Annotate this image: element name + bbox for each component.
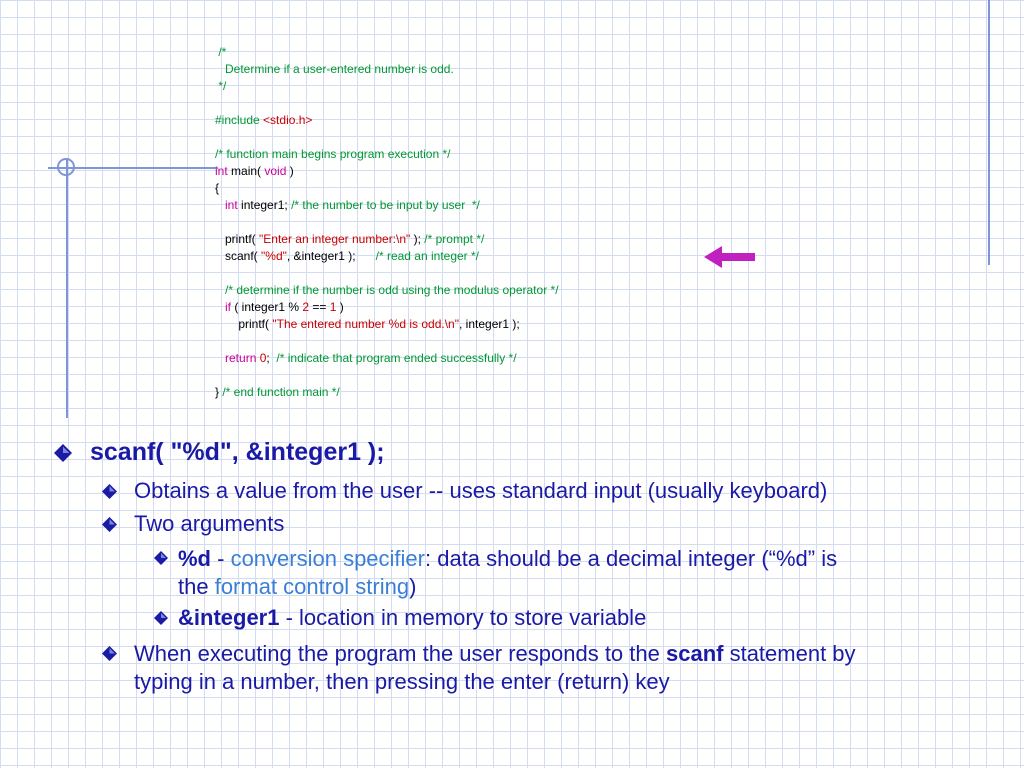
- diamond-bullet-icon: [154, 611, 168, 625]
- scanf-heading: scanf( "%d", &integer1 );: [90, 438, 385, 466]
- code-line: int integer1; /* the number to be input …: [215, 197, 559, 214]
- code-line: } /* end function main */: [215, 384, 559, 401]
- pct-d-rest2-post: ): [409, 574, 417, 599]
- code-token: /* determine if the number is odd using …: [215, 283, 559, 297]
- code-token: , integer1 );: [459, 317, 520, 331]
- code-token: */: [215, 79, 227, 93]
- code-token: int: [215, 164, 228, 178]
- code-line: */: [215, 78, 559, 95]
- code-token: "%d": [261, 249, 287, 263]
- code-line: int main( void ): [215, 163, 559, 180]
- code-line: /* function main begins program executio…: [215, 146, 559, 163]
- code-line: #include <stdio.h>: [215, 112, 559, 129]
- code-line: {: [215, 180, 559, 197]
- diamond-bullet-icon: [102, 484, 117, 499]
- left-vertical-rule: [66, 158, 68, 418]
- integer1-desc: - location in memory to store variable: [279, 605, 647, 630]
- code-token: /*: [215, 45, 227, 59]
- code-line: return 0; /* indicate that program ended…: [215, 350, 559, 367]
- pct-d-rest1: : data should be a decimal integer (“%d”…: [425, 546, 838, 571]
- code-token: "Enter an integer number:\n": [259, 232, 411, 246]
- code-token: main(: [227, 164, 265, 178]
- code-token: ): [336, 300, 344, 314]
- code-token: ): [286, 164, 294, 178]
- code-token: void: [264, 164, 287, 178]
- conversion-specifier-term: conversion specifier: [230, 546, 425, 571]
- code-token: /* end function main */: [222, 385, 340, 399]
- code-token: /* function main begins program executio…: [215, 147, 451, 161]
- code-line: printf( "The entered number %d is odd.\n…: [215, 316, 559, 333]
- code-line: /*: [215, 44, 559, 61]
- code-token: scanf(: [215, 249, 262, 263]
- code-token: ( integer1 %: [231, 300, 303, 314]
- pct-d-rest2-pre: the: [178, 574, 215, 599]
- obtains-text: Obtains a value from the user -- uses st…: [134, 478, 828, 503]
- code-token: #include: [215, 113, 264, 127]
- pct-d-dash: -: [211, 546, 231, 571]
- code-token: {: [215, 181, 220, 195]
- code-line: scanf( "%d", &integer1 ); /* read an int…: [215, 248, 559, 265]
- integer1-term: &integer1: [178, 605, 280, 630]
- left-rule-circle: [57, 158, 75, 176]
- code-token: ==: [309, 300, 330, 314]
- code-token: );: [410, 232, 425, 246]
- when-post: statement by: [723, 641, 856, 666]
- code-token: Determine if a user-entered number is od…: [215, 62, 454, 76]
- code-token: <stdio.h>: [263, 113, 313, 127]
- diamond-bullet-icon: [102, 646, 117, 661]
- code-line: /* determine if the number is odd using …: [215, 282, 559, 299]
- left-arrow-icon: [704, 246, 755, 268]
- diamond-bullet-icon: [102, 517, 117, 532]
- when-pre: When executing the program the user resp…: [134, 641, 666, 666]
- code-token: /* prompt */: [424, 232, 485, 246]
- code-token: printf(: [215, 317, 273, 331]
- code-line: if ( integer1 % 2 == 1 ): [215, 299, 559, 316]
- diamond-bullet-icon: [154, 551, 168, 565]
- right-vertical-rule: [988, 0, 990, 265]
- format-control-string-term: format control string: [214, 574, 410, 599]
- code-token: ;: [266, 351, 277, 365]
- code-token: return: [225, 351, 257, 365]
- when-line2: typing in a number, then pressing the en…: [134, 669, 670, 694]
- code-line: printf( "Enter an integer number:\n" ); …: [215, 231, 559, 248]
- code-token: /* indicate that program ended successfu…: [276, 351, 517, 365]
- code-token: /* the number to be input by user */: [291, 198, 480, 212]
- code-token: integer1;: [237, 198, 292, 212]
- code-listing: /* Determine if a user-entered number is…: [215, 44, 559, 401]
- pct-d-term: %d: [178, 546, 211, 571]
- code-token: "The entered number %d is odd.\n": [272, 317, 459, 331]
- code-token: /* read an integer */: [375, 249, 480, 263]
- scanf-term: scanf: [665, 641, 724, 666]
- diamond-bullet-icon: [54, 444, 72, 462]
- code-token: printf(: [215, 232, 260, 246]
- code-line: Determine if a user-entered number is od…: [215, 61, 559, 78]
- code-token: , &integer1 );: [286, 249, 376, 263]
- code-token: int: [225, 198, 238, 212]
- two-args-text: Two arguments: [134, 511, 285, 536]
